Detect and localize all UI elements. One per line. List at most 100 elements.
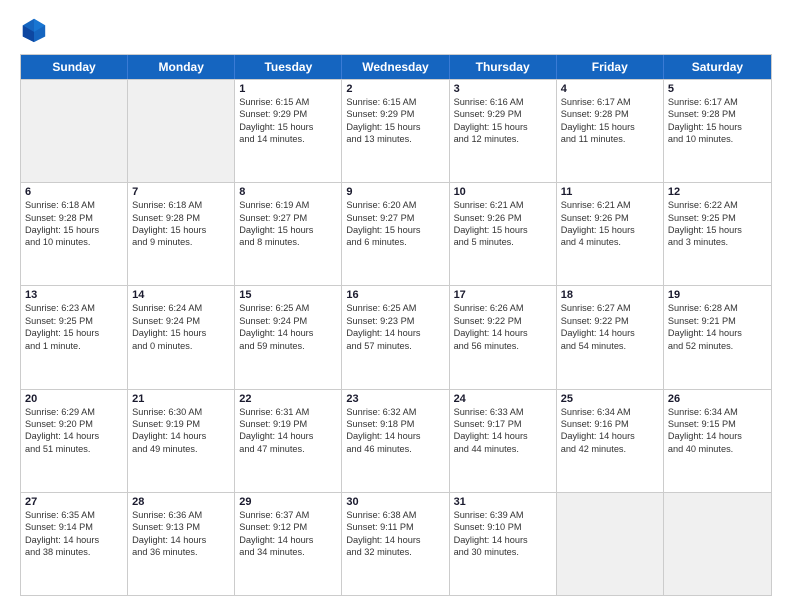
day-number: 27 <box>25 496 123 508</box>
calendar-cell <box>664 493 771 595</box>
calendar-row: 13Sunrise: 6:23 AMSunset: 9:25 PMDayligh… <box>21 285 771 388</box>
calendar-cell <box>128 80 235 182</box>
header-cell-friday: Friday <box>557 55 664 79</box>
day-number: 19 <box>668 289 767 301</box>
calendar-cell: 7Sunrise: 6:18 AMSunset: 9:28 PMDaylight… <box>128 183 235 285</box>
cell-info-line: Sunrise: 6:39 AM <box>454 509 552 521</box>
cell-info-line: Daylight: 14 hours <box>132 534 230 546</box>
day-number: 3 <box>454 83 552 95</box>
cell-info-line: Daylight: 15 hours <box>132 224 230 236</box>
calendar-cell: 17Sunrise: 6:26 AMSunset: 9:22 PMDayligh… <box>450 286 557 388</box>
cell-info-line: Sunrise: 6:23 AM <box>25 302 123 314</box>
cell-info-line: Sunrise: 6:36 AM <box>132 509 230 521</box>
calendar-cell: 29Sunrise: 6:37 AMSunset: 9:12 PMDayligh… <box>235 493 342 595</box>
day-number: 5 <box>668 83 767 95</box>
header-cell-thursday: Thursday <box>450 55 557 79</box>
cell-info-line: Sunset: 9:23 PM <box>346 315 444 327</box>
cell-info-line: Daylight: 15 hours <box>454 224 552 236</box>
page: SundayMondayTuesdayWednesdayThursdayFrid… <box>0 0 792 612</box>
cell-info-line: and 30 minutes. <box>454 546 552 558</box>
cell-info-line: and 56 minutes. <box>454 340 552 352</box>
cell-info-line: Sunset: 9:27 PM <box>346 212 444 224</box>
day-number: 24 <box>454 393 552 405</box>
cell-info-line: Daylight: 15 hours <box>132 327 230 339</box>
day-number: 7 <box>132 186 230 198</box>
day-number: 12 <box>668 186 767 198</box>
cell-info-line: Sunrise: 6:37 AM <box>239 509 337 521</box>
header-cell-wednesday: Wednesday <box>342 55 449 79</box>
day-number: 13 <box>25 289 123 301</box>
calendar-cell <box>21 80 128 182</box>
cell-info-line: Sunrise: 6:24 AM <box>132 302 230 314</box>
cell-info-line: and 9 minutes. <box>132 236 230 248</box>
cell-info-line: Sunset: 9:25 PM <box>25 315 123 327</box>
cell-info-line: and 6 minutes. <box>346 236 444 248</box>
cell-info-line: Daylight: 15 hours <box>561 121 659 133</box>
cell-info-line: Sunrise: 6:30 AM <box>132 406 230 418</box>
cell-info-line: and 51 minutes. <box>25 443 123 455</box>
calendar-cell: 31Sunrise: 6:39 AMSunset: 9:10 PMDayligh… <box>450 493 557 595</box>
cell-info-line: Sunrise: 6:18 AM <box>25 199 123 211</box>
calendar-cell: 22Sunrise: 6:31 AMSunset: 9:19 PMDayligh… <box>235 390 342 492</box>
calendar-cell: 12Sunrise: 6:22 AMSunset: 9:25 PMDayligh… <box>664 183 771 285</box>
cell-info-line: Sunset: 9:27 PM <box>239 212 337 224</box>
cell-info-line: Daylight: 14 hours <box>346 327 444 339</box>
calendar-cell: 2Sunrise: 6:15 AMSunset: 9:29 PMDaylight… <box>342 80 449 182</box>
day-number: 11 <box>561 186 659 198</box>
cell-info-line: Daylight: 14 hours <box>668 430 767 442</box>
cell-info-line: Sunrise: 6:26 AM <box>454 302 552 314</box>
cell-info-line: Daylight: 15 hours <box>668 224 767 236</box>
calendar-row: 6Sunrise: 6:18 AMSunset: 9:28 PMDaylight… <box>21 182 771 285</box>
cell-info-line: Daylight: 14 hours <box>25 534 123 546</box>
calendar-row: 20Sunrise: 6:29 AMSunset: 9:20 PMDayligh… <box>21 389 771 492</box>
cell-info-line: and 52 minutes. <box>668 340 767 352</box>
cell-info-line: and 32 minutes. <box>346 546 444 558</box>
calendar-cell: 15Sunrise: 6:25 AMSunset: 9:24 PMDayligh… <box>235 286 342 388</box>
day-number: 18 <box>561 289 659 301</box>
cell-info-line: Daylight: 15 hours <box>25 327 123 339</box>
header-cell-saturday: Saturday <box>664 55 771 79</box>
cell-info-line: Daylight: 14 hours <box>346 534 444 546</box>
cell-info-line: Sunrise: 6:17 AM <box>668 96 767 108</box>
calendar-cell: 21Sunrise: 6:30 AMSunset: 9:19 PMDayligh… <box>128 390 235 492</box>
cell-info-line: Sunrise: 6:16 AM <box>454 96 552 108</box>
cell-info-line: Daylight: 15 hours <box>239 224 337 236</box>
cell-info-line: Sunset: 9:29 PM <box>454 108 552 120</box>
calendar-cell: 27Sunrise: 6:35 AMSunset: 9:14 PMDayligh… <box>21 493 128 595</box>
cell-info-line: and 34 minutes. <box>239 546 337 558</box>
cell-info-line: Daylight: 14 hours <box>561 430 659 442</box>
day-number: 17 <box>454 289 552 301</box>
calendar-cell: 9Sunrise: 6:20 AMSunset: 9:27 PMDaylight… <box>342 183 449 285</box>
cell-info-line: Sunrise: 6:28 AM <box>668 302 767 314</box>
cell-info-line: and 8 minutes. <box>239 236 337 248</box>
calendar-cell: 30Sunrise: 6:38 AMSunset: 9:11 PMDayligh… <box>342 493 449 595</box>
cell-info-line: Sunset: 9:29 PM <box>346 108 444 120</box>
day-number: 14 <box>132 289 230 301</box>
cell-info-line: Sunset: 9:28 PM <box>132 212 230 224</box>
cell-info-line: Sunset: 9:28 PM <box>561 108 659 120</box>
cell-info-line: Sunrise: 6:25 AM <box>239 302 337 314</box>
cell-info-line: Sunrise: 6:15 AM <box>239 96 337 108</box>
cell-info-line: Sunset: 9:17 PM <box>454 418 552 430</box>
cell-info-line: Sunrise: 6:38 AM <box>346 509 444 521</box>
cell-info-line: Sunset: 9:13 PM <box>132 521 230 533</box>
cell-info-line: Sunrise: 6:21 AM <box>454 199 552 211</box>
calendar-cell: 25Sunrise: 6:34 AMSunset: 9:16 PMDayligh… <box>557 390 664 492</box>
cell-info-line: Daylight: 15 hours <box>346 121 444 133</box>
cell-info-line: and 46 minutes. <box>346 443 444 455</box>
cell-info-line: and 59 minutes. <box>239 340 337 352</box>
header-cell-monday: Monday <box>128 55 235 79</box>
cell-info-line: and 54 minutes. <box>561 340 659 352</box>
calendar-cell: 26Sunrise: 6:34 AMSunset: 9:15 PMDayligh… <box>664 390 771 492</box>
cell-info-line: Sunset: 9:19 PM <box>132 418 230 430</box>
cell-info-line: Sunset: 9:19 PM <box>239 418 337 430</box>
header-cell-tuesday: Tuesday <box>235 55 342 79</box>
cell-info-line: and 38 minutes. <box>25 546 123 558</box>
cell-info-line: Sunrise: 6:29 AM <box>25 406 123 418</box>
day-number: 20 <box>25 393 123 405</box>
cell-info-line: Sunrise: 6:35 AM <box>25 509 123 521</box>
cell-info-line: Sunrise: 6:34 AM <box>668 406 767 418</box>
calendar-cell: 5Sunrise: 6:17 AMSunset: 9:28 PMDaylight… <box>664 80 771 182</box>
day-number: 21 <box>132 393 230 405</box>
cell-info-line: and 3 minutes. <box>668 236 767 248</box>
